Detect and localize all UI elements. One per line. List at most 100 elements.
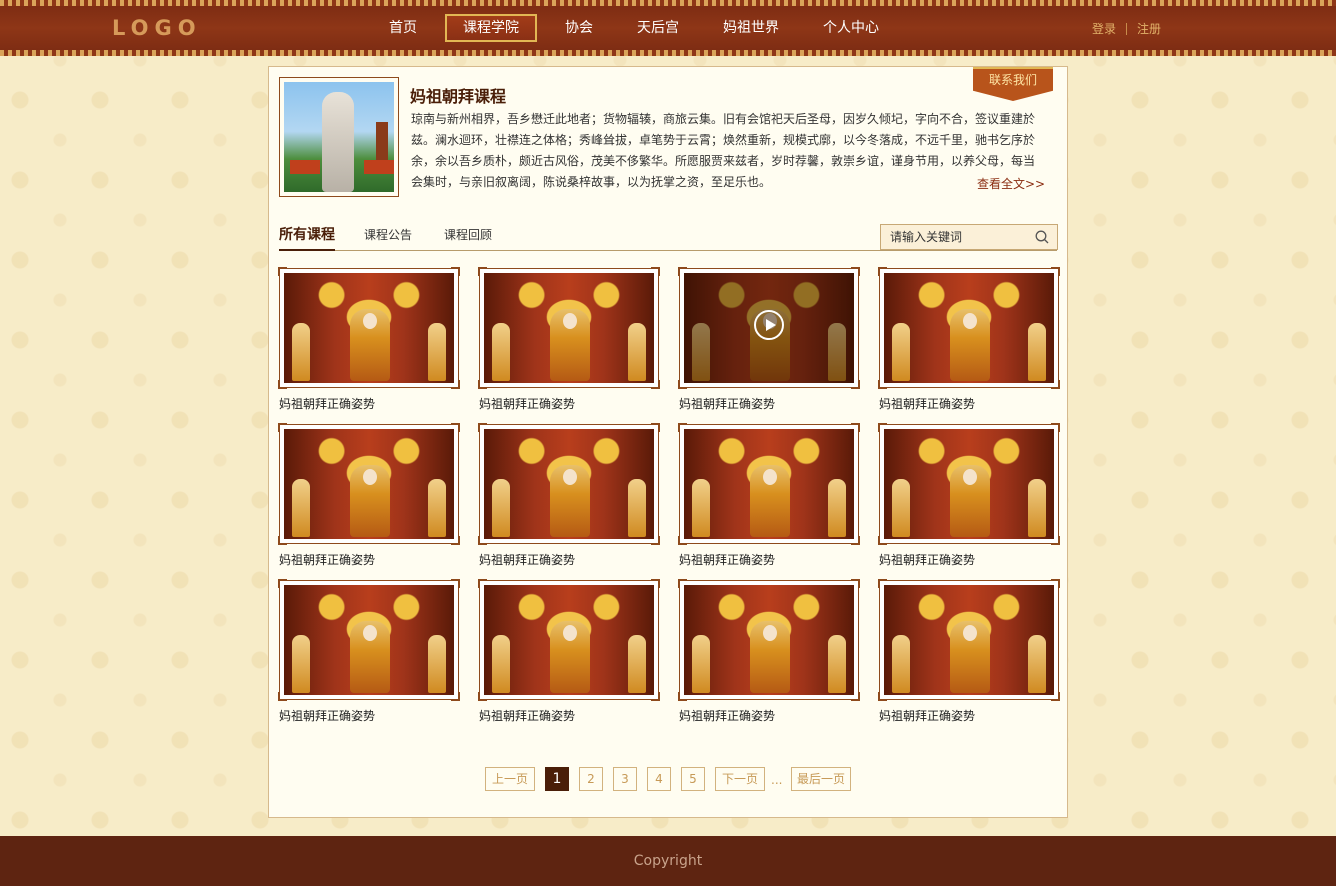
- last-page-button[interactable]: 最后一页: [791, 767, 851, 791]
- search-input[interactable]: [881, 225, 1031, 249]
- course-panel: 联系我们 妈祖朝拜课程 琼南与新州相界，吾乡懋迁此地者；货物辐辏，商旅云集。旧有…: [268, 66, 1068, 818]
- nav-item-personal-center[interactable]: 个人中心: [807, 14, 895, 42]
- attendant-figure: [428, 635, 446, 693]
- mazu-face: [563, 313, 577, 329]
- statue-figure: [322, 92, 354, 192]
- course-card-title[interactable]: 妈祖朝拜正确姿势: [879, 708, 1059, 724]
- course-thumbnail[interactable]: [484, 429, 654, 539]
- header-border-top: [0, 0, 1336, 6]
- mazu-face: [963, 313, 977, 329]
- page-3-button[interactable]: 3: [613, 767, 637, 791]
- course-thumbnail[interactable]: [884, 585, 1054, 695]
- pagination-ellipsis: ...: [771, 773, 783, 787]
- course-card-title[interactable]: 妈祖朝拜正确姿势: [279, 708, 459, 724]
- page-4-button[interactable]: 4: [647, 767, 671, 791]
- course-thumbnail-frame: [278, 267, 460, 389]
- course-thumbnail-frame: [878, 267, 1060, 389]
- course-thumbnail[interactable]: [684, 429, 854, 539]
- nav-item-course-academy[interactable]: 课程学院: [445, 14, 537, 42]
- course-card-title[interactable]: 妈祖朝拜正确姿势: [479, 396, 659, 412]
- course-card-title[interactable]: 妈祖朝拜正确姿势: [479, 708, 659, 724]
- course-card[interactable]: 妈祖朝拜正确姿势: [478, 267, 660, 412]
- course-thumbnail-frame: [678, 423, 860, 545]
- nav-item-tianhou-temple[interactable]: 天后宫: [621, 14, 695, 42]
- prev-page-button[interactable]: 上一页: [485, 767, 535, 791]
- attendant-figure: [428, 323, 446, 381]
- course-card-title[interactable]: 妈祖朝拜正确姿势: [679, 552, 859, 568]
- course-thumbnail[interactable]: [684, 585, 854, 695]
- nav-item-association[interactable]: 协会: [549, 14, 609, 42]
- course-card-title[interactable]: 妈祖朝拜正确姿势: [279, 396, 459, 412]
- course-card-title[interactable]: 妈祖朝拜正确姿势: [879, 552, 1059, 568]
- course-card-title[interactable]: 妈祖朝拜正确姿势: [679, 708, 859, 724]
- course-thumbnail[interactable]: [284, 273, 454, 383]
- mazu-face: [363, 469, 377, 485]
- mazu-face: [563, 469, 577, 485]
- course-title: 妈祖朝拜课程: [410, 87, 507, 106]
- mazu-face: [563, 625, 577, 641]
- mazu-face: [763, 625, 777, 641]
- play-icon[interactable]: [754, 310, 784, 340]
- course-card[interactable]: 妈祖朝拜正确姿势: [878, 423, 1060, 568]
- auth-links: 登录 注册: [1092, 20, 1161, 37]
- course-thumbnail[interactable]: [484, 273, 654, 383]
- attendant-figure: [692, 323, 710, 381]
- attendant-figure: [692, 635, 710, 693]
- course-thumbnail-frame: [478, 423, 660, 545]
- auth-divider: [1126, 22, 1128, 35]
- footer-copyright: Copyright: [0, 836, 1336, 886]
- main-nav: 首页 课程学院 协会 天后宫 妈祖世界 个人中心: [373, 14, 907, 42]
- read-more-link[interactable]: 查看全文>>: [977, 175, 1045, 192]
- course-card[interactable]: 妈祖朝拜正确姿势: [478, 579, 660, 724]
- attendant-figure: [428, 479, 446, 537]
- temple-roof: [290, 160, 320, 174]
- attendant-figure: [628, 323, 646, 381]
- page-5-button[interactable]: 5: [681, 767, 705, 791]
- course-card[interactable]: 妈祖朝拜正确姿势: [478, 423, 660, 568]
- course-thumbnail[interactable]: [284, 585, 454, 695]
- next-page-button[interactable]: 下一页: [715, 767, 765, 791]
- attendant-figure: [1028, 479, 1046, 537]
- page-2-button[interactable]: 2: [579, 767, 603, 791]
- attendant-figure: [892, 635, 910, 693]
- course-card-title[interactable]: 妈祖朝拜正确姿势: [879, 396, 1059, 412]
- attendant-figure: [292, 479, 310, 537]
- top-header: LOGO 首页 课程学院 协会 天后宫 妈祖世界 个人中心 登录 注册: [0, 0, 1336, 56]
- course-card-title[interactable]: 妈祖朝拜正确姿势: [679, 396, 859, 412]
- login-link[interactable]: 登录: [1092, 20, 1116, 37]
- course-card[interactable]: 妈祖朝拜正确姿势: [678, 423, 860, 568]
- mazu-face: [363, 313, 377, 329]
- course-thumbnail[interactable]: [884, 429, 1054, 539]
- course-card[interactable]: 妈祖朝拜正确姿势: [678, 579, 860, 724]
- contact-us-button[interactable]: 联系我们: [973, 67, 1053, 101]
- nav-item-mazu-world[interactable]: 妈祖世界: [707, 14, 795, 42]
- attendant-figure: [892, 323, 910, 381]
- tab-course-review[interactable]: 课程回顾: [444, 223, 492, 251]
- attendant-figure: [828, 635, 846, 693]
- course-card[interactable]: 妈祖朝拜正确姿势: [878, 267, 1060, 412]
- course-thumbnail-frame: [678, 267, 860, 389]
- course-card[interactable]: 妈祖朝拜正确姿势: [278, 267, 460, 412]
- attendant-figure: [892, 479, 910, 537]
- nav-item-home[interactable]: 首页: [373, 14, 433, 42]
- course-card[interactable]: 妈祖朝拜正确姿势: [878, 579, 1060, 724]
- course-card-title[interactable]: 妈祖朝拜正确姿势: [279, 552, 459, 568]
- course-thumbnail-frame: [478, 579, 660, 701]
- tab-course-announcements[interactable]: 课程公告: [364, 223, 412, 251]
- search-icon[interactable]: [1035, 230, 1049, 244]
- course-card[interactable]: 妈祖朝拜正确姿势: [678, 267, 860, 412]
- register-link[interactable]: 注册: [1137, 20, 1161, 37]
- course-thumbnail[interactable]: [884, 273, 1054, 383]
- course-description: 琼南与新州相界，吾乡懋迁此地者；货物辐辏，商旅云集。旧有会馆祀天后圣母，因岁久倾…: [411, 112, 1036, 189]
- site-logo[interactable]: LOGO: [112, 16, 202, 40]
- course-card[interactable]: 妈祖朝拜正确姿势: [278, 423, 460, 568]
- attendant-figure: [628, 479, 646, 537]
- tab-all-courses[interactable]: 所有课程: [279, 223, 335, 251]
- course-card[interactable]: 妈祖朝拜正确姿势: [278, 579, 460, 724]
- mazu-face: [363, 625, 377, 641]
- page-1-button[interactable]: 1: [545, 767, 569, 791]
- course-thumbnail[interactable]: [284, 429, 454, 539]
- course-card-title[interactable]: 妈祖朝拜正确姿势: [479, 552, 659, 568]
- course-thumbnail-frame: [678, 579, 860, 701]
- course-thumbnail[interactable]: [484, 585, 654, 695]
